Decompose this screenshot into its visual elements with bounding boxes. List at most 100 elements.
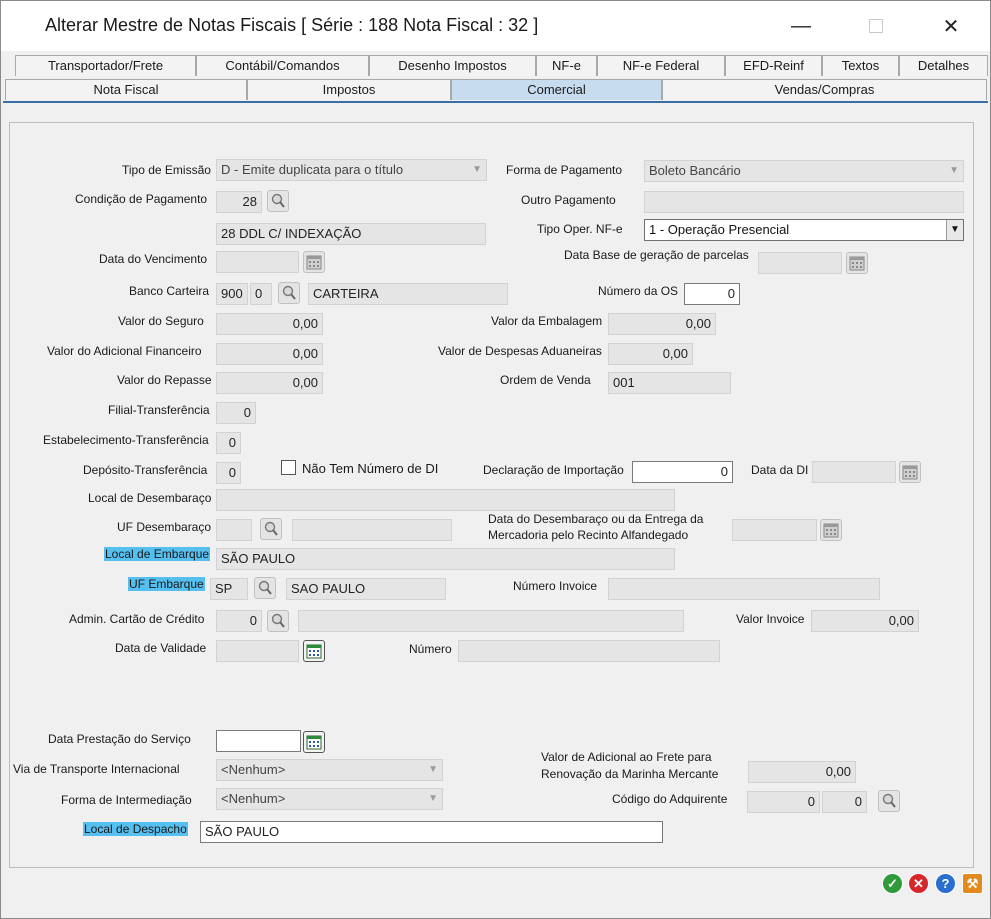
outro-pagamento-field[interactable] <box>644 191 964 213</box>
calendar-button[interactable] <box>846 252 868 274</box>
tab-nfe-federal[interactable]: NF-e Federal <box>597 55 725 76</box>
calendar-button[interactable] <box>899 461 921 483</box>
cancel-button[interactable]: ✕ <box>908 873 929 894</box>
check-icon: ✓ <box>887 875 898 891</box>
local-embarque-label: Local de Embarque <box>104 547 211 561</box>
valor-embalagem-label: Valor da Embalagem <box>491 314 603 328</box>
declaracao-importacao-label: Declaração de Importação <box>483 463 624 477</box>
tab-comercial[interactable]: Comercial <box>451 79 662 100</box>
chevron-down-icon: ▼ <box>472 164 482 175</box>
tab-contabil-comandos[interactable]: Contábil/Comandos <box>196 55 369 76</box>
filial-transferencia-field[interactable]: 0 <box>216 402 256 424</box>
calendar-icon <box>902 465 918 480</box>
codigo-adquirente-field-1[interactable]: 0 <box>747 791 820 813</box>
numero-os-field[interactable]: 0 <box>684 283 740 305</box>
calendar-button[interactable] <box>820 519 842 541</box>
uf-desembaraco-field[interactable] <box>216 519 252 541</box>
data-prestacao-label: Data Prestação do Serviço <box>48 732 191 746</box>
maximize-icon[interactable] <box>853 9 899 43</box>
tipo-oper-nfe-select[interactable]: 1 - Operação Presencial ▼ <box>644 219 964 241</box>
tab-vendas-compras[interactable]: Vendas/Compras <box>662 79 987 100</box>
search-icon <box>271 613 285 628</box>
admin-cartao-field[interactable]: 0 <box>216 610 262 632</box>
forma-pagamento-select[interactable]: Boleto Bancário ▼ <box>644 160 964 182</box>
tab-impostos[interactable]: Impostos <box>247 79 451 100</box>
via-transporte-select[interactable]: <Nenhum> ▼ <box>216 759 443 781</box>
help-icon: ? <box>941 876 950 891</box>
calendar-icon <box>306 644 322 659</box>
tab-transportador-frete[interactable]: Transportador/Frete <box>15 55 196 76</box>
tab-underline <box>3 101 988 103</box>
data-di-field[interactable] <box>812 461 896 483</box>
chevron-down-icon: ▼ <box>946 220 963 240</box>
condicao-pagamento-code[interactable]: 28 <box>216 191 262 213</box>
valor-repasse-field[interactable]: 0,00 <box>216 372 323 394</box>
valor-embalagem-field[interactable]: 0,00 <box>608 313 716 335</box>
declaracao-importacao-field[interactable]: 0 <box>632 461 733 483</box>
estabelecimento-transferencia-field[interactable]: 0 <box>216 432 241 454</box>
carteira-desc: CARTEIRA <box>308 283 508 305</box>
forma-pagamento-value: Boleto Bancário <box>649 163 741 178</box>
tab-textos[interactable]: Textos <box>822 55 899 76</box>
close-icon[interactable]: ✕ <box>928 9 974 43</box>
search-button[interactable] <box>267 190 289 212</box>
ordem-venda-label: Ordem de Venda <box>500 373 591 387</box>
valor-invoice-field[interactable]: 0,00 <box>811 610 919 632</box>
uf-embarque-field[interactable]: SP <box>210 578 248 600</box>
tab-efd-reinf[interactable]: EFD-Reinf <box>725 55 822 76</box>
banco-field[interactable]: 900 <box>216 283 248 305</box>
calendar-button[interactable] <box>303 731 325 753</box>
search-button[interactable] <box>260 518 282 540</box>
tab-detalhes[interactable]: Detalhes <box>899 55 988 76</box>
numero-field[interactable] <box>458 640 720 662</box>
uf-embarque-label: UF Embarque <box>128 577 205 591</box>
condicao-pagamento-label: Condição de Pagamento <box>75 192 208 206</box>
tab-nfe[interactable]: NF-e <box>536 55 597 76</box>
via-transporte-value: <Nenhum> <box>221 762 286 777</box>
chevron-down-icon: ▼ <box>428 764 438 775</box>
local-embarque-field[interactable]: SÃO PAULO <box>216 548 675 570</box>
calendar-icon <box>823 523 839 538</box>
valor-seguro-field[interactable]: 0,00 <box>216 313 323 335</box>
minimize-icon[interactable]: — <box>778 9 824 43</box>
help-button[interactable]: ? <box>935 873 956 894</box>
local-despacho-field[interactable]: SÃO PAULO <box>200 821 663 843</box>
codigo-adquirente-field-2[interactable]: 0 <box>822 791 867 813</box>
tools-button[interactable]: ⚒ <box>962 873 983 894</box>
data-base-parcelas-field[interactable] <box>758 252 842 274</box>
tab-desenho-impostos[interactable]: Desenho Impostos <box>369 55 536 76</box>
data-prestacao-field[interactable] <box>216 730 301 752</box>
local-desembaraco-field[interactable] <box>216 489 675 511</box>
deposito-transferencia-field[interactable]: 0 <box>216 462 241 484</box>
valor-adicional-financeiro-field[interactable]: 0,00 <box>216 343 323 365</box>
carteira-field[interactable]: 0 <box>250 283 272 305</box>
data-vencimento-field[interactable] <box>216 251 299 273</box>
tipo-emissao-select[interactable]: D - Emite duplicata para o título ▼ <box>216 159 487 181</box>
calendar-button[interactable] <box>303 251 325 273</box>
chevron-down-icon: ▼ <box>949 165 959 176</box>
data-validade-field[interactable] <box>216 640 299 662</box>
calendar-icon <box>306 255 322 270</box>
data-desembaraco-field[interactable] <box>732 519 817 541</box>
search-button[interactable] <box>878 790 900 812</box>
ok-button[interactable]: ✓ <box>882 873 903 894</box>
search-button[interactable] <box>267 610 289 632</box>
data-vencimento-label: Data do Vencimento <box>99 252 208 266</box>
nao-tem-numero-di-label: Não Tem Número de DI <box>302 461 439 476</box>
data-validade-label: Data de Validade <box>115 641 207 655</box>
nao-tem-numero-di-checkbox[interactable] <box>281 460 296 475</box>
search-button[interactable] <box>254 577 276 599</box>
ordem-venda-field[interactable]: 001 <box>608 372 731 394</box>
forma-intermediacao-select[interactable]: <Nenhum> ▼ <box>216 788 443 810</box>
valor-seguro-label: Valor do Seguro <box>118 314 204 328</box>
valor-despesas-aduaneiras-field[interactable]: 0,00 <box>608 343 693 365</box>
calendar-button[interactable] <box>303 640 325 662</box>
valor-adicional-frete-field[interactable]: 0,00 <box>748 761 856 783</box>
banco-carteira-label: Banco Carteira <box>129 284 210 298</box>
uf-desembaraco-desc <box>292 519 452 541</box>
numero-invoice-field[interactable] <box>608 578 880 600</box>
search-button[interactable] <box>278 282 300 304</box>
tab-nota-fiscal[interactable]: Nota Fiscal <box>5 79 247 100</box>
data-di-label: Data da DI <box>751 463 809 477</box>
numero-os-label: Número da OS <box>598 284 679 298</box>
